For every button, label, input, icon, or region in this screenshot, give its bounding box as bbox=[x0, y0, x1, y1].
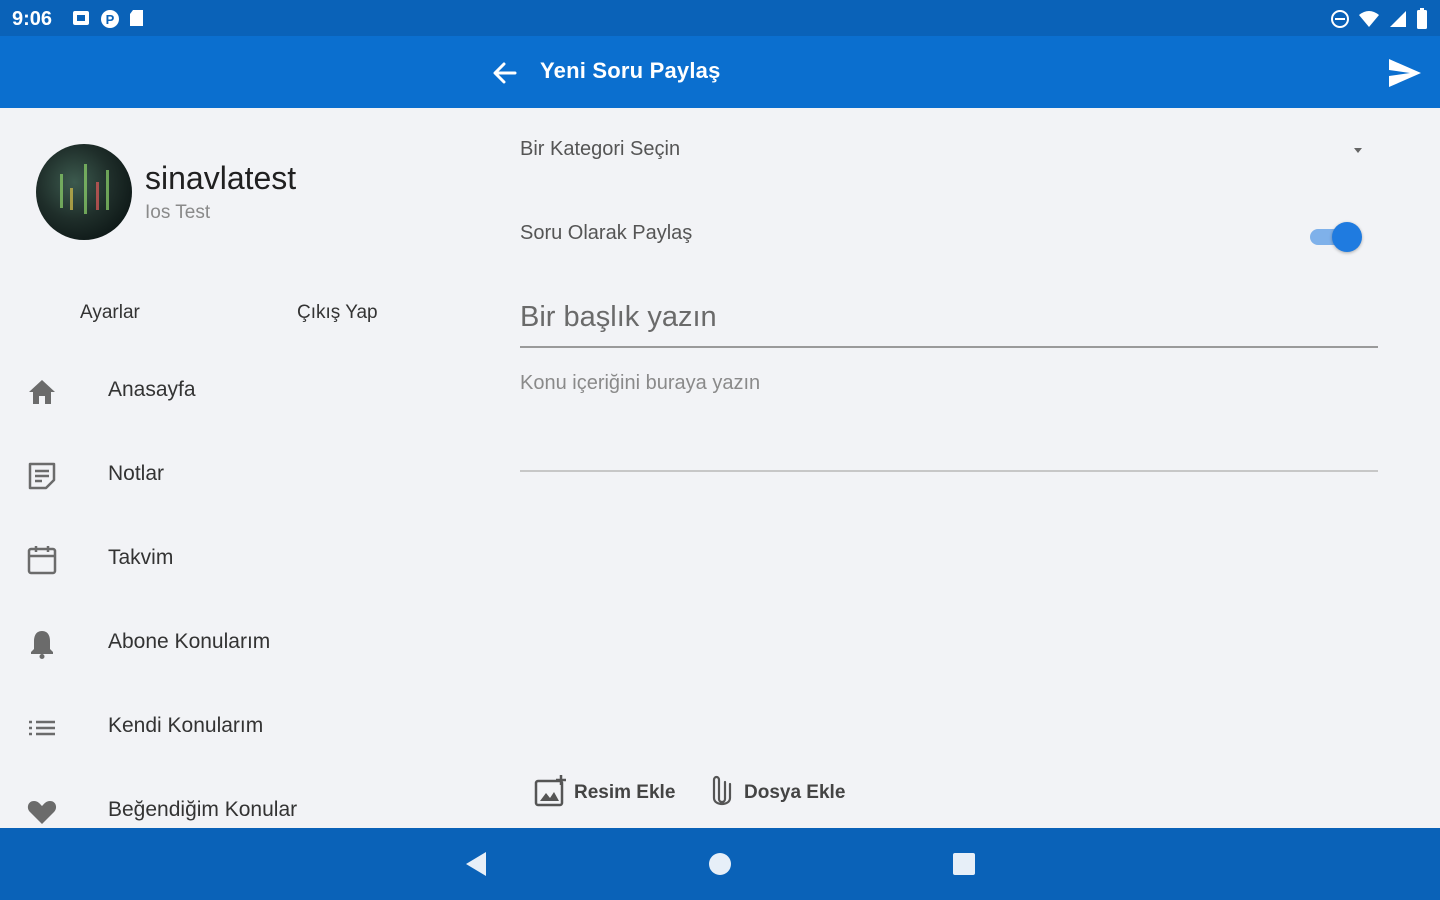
home-circle-icon[interactable] bbox=[702, 846, 738, 882]
notes-icon bbox=[26, 460, 58, 492]
notification-square-icon bbox=[72, 9, 90, 27]
status-time: 9:06 bbox=[12, 8, 53, 30]
page-title: Yeni Soru Paylaş bbox=[540, 58, 721, 83]
send-icon[interactable] bbox=[1386, 54, 1424, 92]
app-bar: Yeni Soru Paylaş bbox=[0, 36, 1440, 108]
add-file-button[interactable]: Dosya Ekle bbox=[706, 772, 856, 812]
sidebar-item-abone-konularim[interactable]: Abone Konularım bbox=[0, 614, 470, 670]
share-as-question-label: Soru Olarak Paylaş bbox=[520, 222, 693, 244]
back-triangle-icon[interactable] bbox=[458, 846, 494, 882]
sidebar-item-anasayfa[interactable]: Anasayfa bbox=[0, 362, 470, 418]
add-image-button[interactable]: Resim Ekle bbox=[534, 772, 684, 812]
bell-icon bbox=[26, 628, 58, 660]
calendar-icon bbox=[26, 544, 58, 576]
svg-text:P: P bbox=[106, 12, 115, 27]
sd-card-icon bbox=[128, 9, 146, 27]
sidebar-item-takvim[interactable]: Takvim bbox=[0, 530, 470, 586]
sidebar-item-label: Kendi Konularım bbox=[108, 714, 264, 737]
new-question-form: Bir Kategori Seçin Soru Olarak Paylaş Re… bbox=[520, 108, 1380, 828]
add-image-icon bbox=[534, 774, 568, 808]
dnd-icon bbox=[1330, 9, 1350, 34]
status-bar: 9:06 P bbox=[0, 0, 1440, 36]
paperclip-icon bbox=[706, 774, 740, 808]
sidebar-item-label: Beğendiğim Konular bbox=[108, 798, 298, 821]
avatar[interactable] bbox=[36, 144, 132, 240]
heart-icon bbox=[26, 796, 58, 828]
chevron-down-icon bbox=[1354, 148, 1362, 153]
recents-square-icon[interactable] bbox=[946, 846, 982, 882]
logout-button[interactable]: Çıkış Yap bbox=[297, 302, 378, 324]
settings-button[interactable]: Ayarlar bbox=[80, 302, 140, 324]
pinterest-icon: P bbox=[100, 9, 119, 28]
navigation-drawer: sinavlatest Ios Test Ayarlar Çıkış Yap A… bbox=[0, 108, 470, 828]
user-subtitle: Ios Test bbox=[145, 202, 211, 223]
arrow-left-icon[interactable] bbox=[488, 56, 522, 90]
sidebar-item-label: Notlar bbox=[108, 462, 165, 485]
username: sinavlatest bbox=[145, 160, 297, 196]
sidebar-item-label: Takvim bbox=[108, 546, 174, 569]
add-file-label: Dosya Ekle bbox=[744, 782, 846, 803]
wifi-icon bbox=[1358, 9, 1380, 34]
system-nav-bar bbox=[0, 828, 1440, 900]
share-as-question-row: Soru Olarak Paylaş bbox=[520, 216, 1380, 256]
home-icon bbox=[26, 376, 58, 408]
category-select-value: Bir Kategori Seçin bbox=[520, 138, 681, 160]
title-input[interactable] bbox=[520, 288, 1378, 348]
category-select[interactable]: Bir Kategori Seçin bbox=[520, 132, 1380, 172]
battery-icon bbox=[1416, 8, 1428, 35]
sidebar-item-notlar[interactable]: Notlar bbox=[0, 446, 470, 502]
sidebar-item-kendi-konularim[interactable]: Kendi Konularım bbox=[0, 698, 470, 754]
sidebar-item-label: Anasayfa bbox=[108, 378, 196, 401]
content-input[interactable] bbox=[520, 370, 1378, 472]
list-icon bbox=[26, 712, 58, 744]
share-as-question-toggle[interactable] bbox=[1308, 220, 1364, 252]
signal-icon bbox=[1388, 9, 1408, 34]
add-image-label: Resim Ekle bbox=[574, 782, 676, 803]
sidebar-item-label: Abone Konularım bbox=[108, 630, 271, 653]
